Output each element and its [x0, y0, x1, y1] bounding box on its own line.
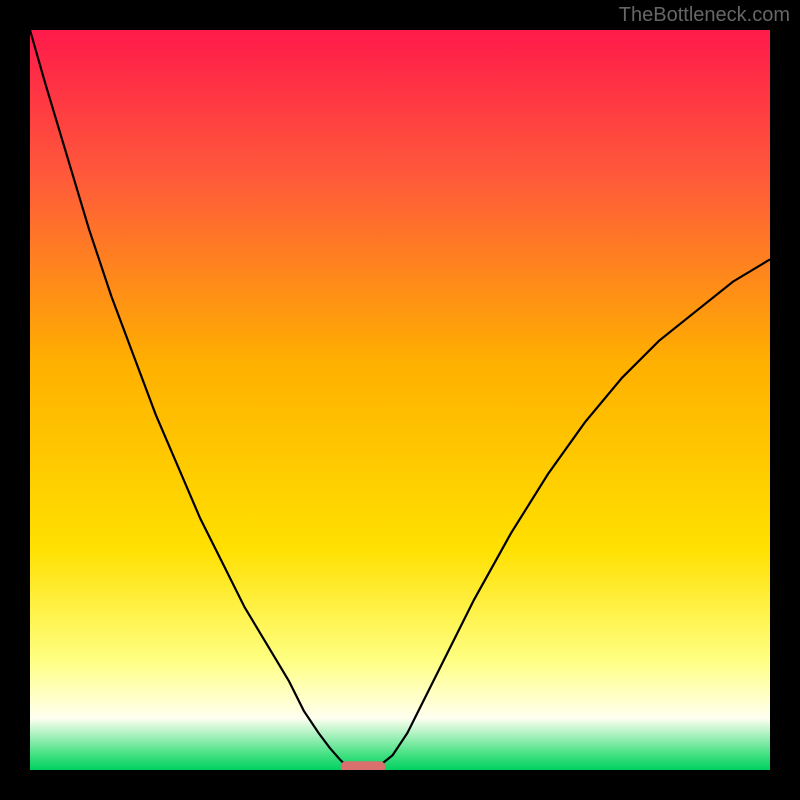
- bottleneck-marker: [341, 761, 385, 770]
- watermark-text: TheBottleneck.com: [619, 4, 790, 27]
- gradient-background: [30, 30, 770, 770]
- bottleneck-chart: [30, 30, 770, 770]
- chart-svg: [30, 30, 770, 770]
